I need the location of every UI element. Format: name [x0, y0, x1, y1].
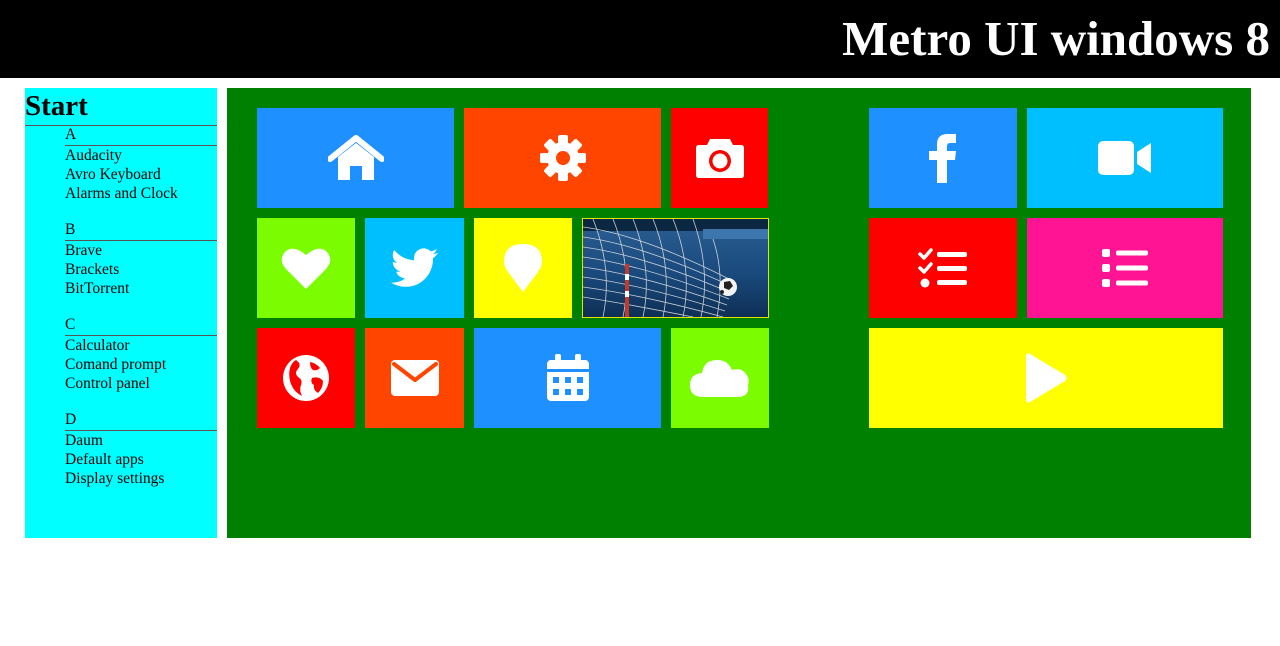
- calendar-tile[interactable]: [474, 328, 661, 428]
- gear-icon: [539, 135, 586, 181]
- app-link-bittorrent[interactable]: BitTorrent: [65, 279, 217, 298]
- app-link-default-apps[interactable]: Default apps: [65, 450, 217, 469]
- camera-icon: [695, 137, 745, 179]
- soccer-goal-photo[interactable]: [582, 218, 769, 318]
- heart-icon: [281, 246, 331, 290]
- app-link-command-prompt[interactable]: Comand prompt: [65, 355, 217, 374]
- checklist-icon: [918, 248, 968, 288]
- app-group-b: B Brave Brackets BitTorrent: [65, 221, 217, 316]
- tasks-tile[interactable]: [869, 218, 1017, 318]
- twitter-icon: [390, 248, 439, 288]
- app-link-avro-keyboard[interactable]: Avro Keyboard: [65, 165, 217, 184]
- favorites-tile[interactable]: [257, 218, 355, 318]
- twitter-tile[interactable]: [365, 218, 464, 318]
- tile-grid: [227, 88, 1251, 538]
- map-pin-icon: [504, 243, 542, 293]
- group-letter: B: [65, 221, 217, 241]
- camera-tile[interactable]: [671, 108, 768, 208]
- video-camera-icon: [1097, 139, 1153, 177]
- envelope-icon: [390, 359, 440, 397]
- app-link-audacity[interactable]: Audacity: [65, 146, 217, 165]
- settings-tile[interactable]: [464, 108, 661, 208]
- facebook-tile[interactable]: [869, 108, 1017, 208]
- group-letter: A: [65, 126, 217, 146]
- app-link-daum[interactable]: Daum: [65, 431, 217, 450]
- cloud-icon: [689, 358, 751, 398]
- play-icon: [1024, 352, 1068, 404]
- page-title: Metro UI windows 8: [842, 11, 1270, 66]
- app-link-alarms-and-clock[interactable]: Alarms and Clock: [65, 184, 217, 203]
- sidebar-title: Start: [25, 88, 217, 126]
- location-tile[interactable]: [474, 218, 572, 318]
- app-link-control-panel[interactable]: Control panel: [65, 374, 217, 393]
- group-letter: D: [65, 411, 217, 431]
- browser-tile[interactable]: [257, 328, 355, 428]
- app-link-calculator[interactable]: Calculator: [65, 336, 217, 355]
- list-tile[interactable]: [1027, 218, 1223, 318]
- calendar-icon: [546, 354, 590, 402]
- facebook-icon: [928, 133, 958, 183]
- app-link-brave[interactable]: Brave: [65, 241, 217, 260]
- media-player-tile[interactable]: [869, 328, 1223, 428]
- cloud-tile[interactable]: [671, 328, 769, 428]
- globe-icon: [282, 354, 330, 402]
- header-bar: Metro UI windows 8: [0, 0, 1280, 78]
- home-icon: [327, 135, 384, 181]
- start-sidebar: Start A Audacity Avro Keyboard Alarms an…: [25, 88, 217, 538]
- app-link-brackets[interactable]: Brackets: [65, 260, 217, 279]
- app-group-c: C Calculator Comand prompt Control panel: [65, 316, 217, 411]
- list-icon: [1101, 248, 1149, 288]
- app-group-a: A Audacity Avro Keyboard Alarms and Cloc…: [65, 126, 217, 221]
- app-group-d: D Daum Default apps Display settings: [65, 411, 217, 488]
- group-letter: C: [65, 316, 217, 336]
- home-tile[interactable]: [257, 108, 454, 208]
- app-link-display-settings[interactable]: Display settings: [65, 469, 217, 488]
- video-tile[interactable]: [1027, 108, 1223, 208]
- mail-tile[interactable]: [365, 328, 464, 428]
